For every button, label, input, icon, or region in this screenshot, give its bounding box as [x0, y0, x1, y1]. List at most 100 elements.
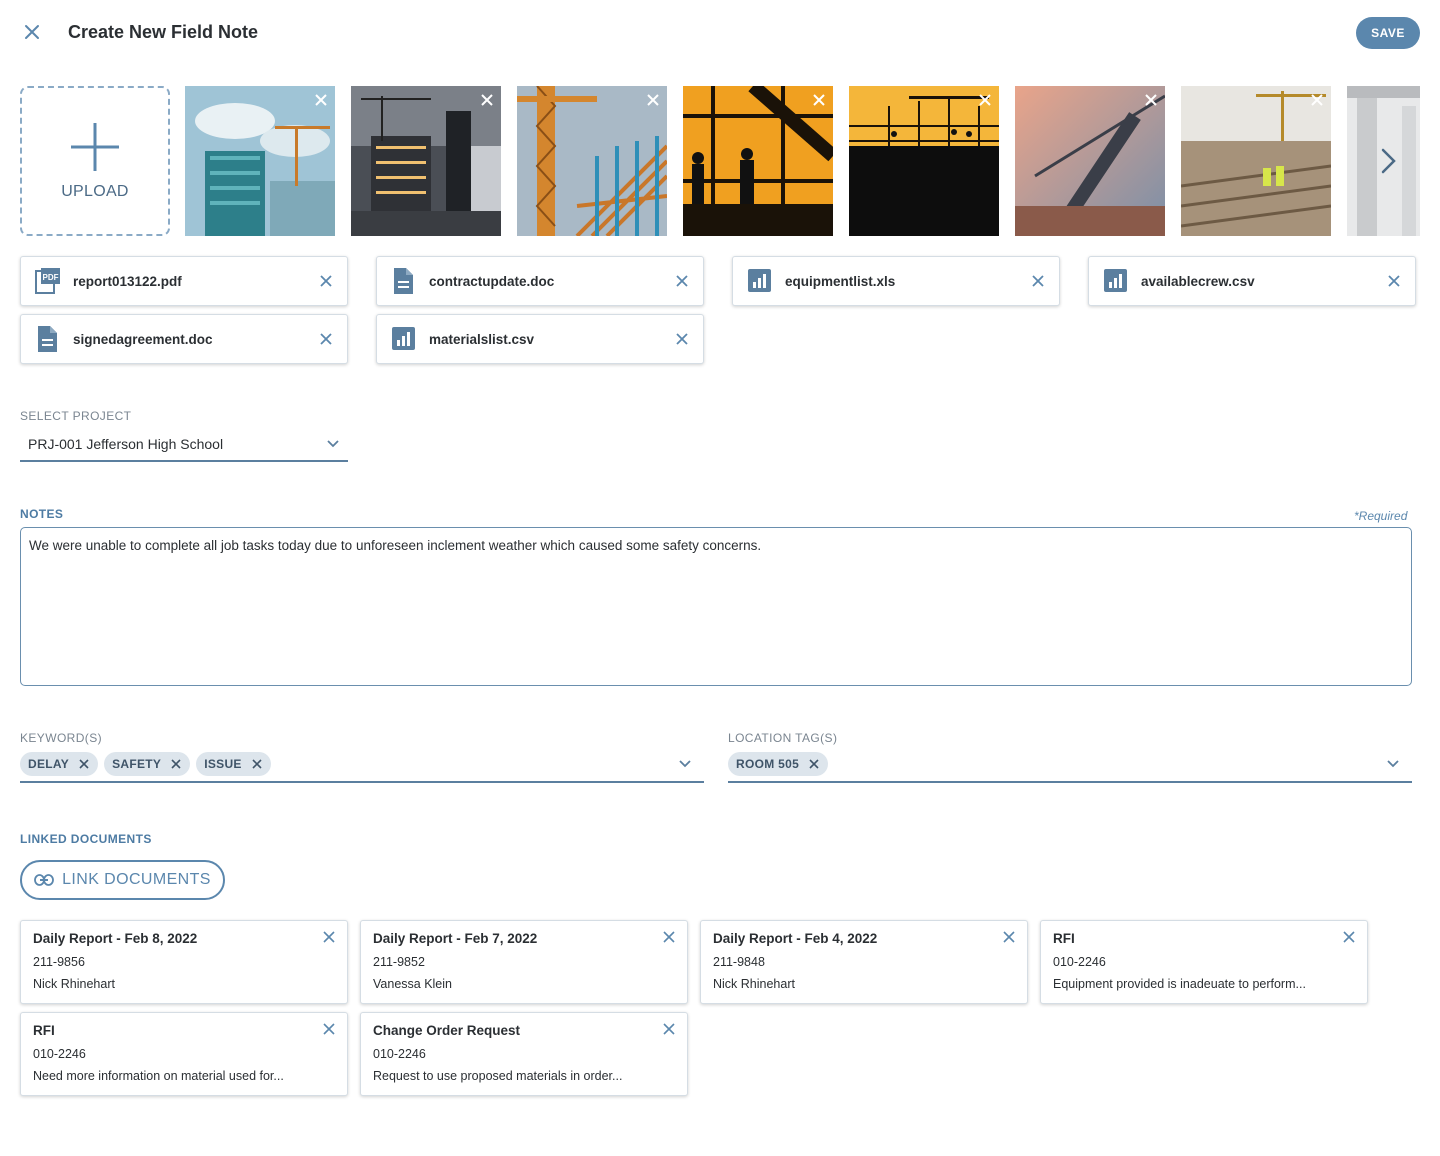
location-tags-label: LOCATION TAG(S) — [728, 731, 838, 745]
photo-tower-crane-rebar — [517, 86, 667, 236]
remove-photo-icon[interactable] — [1143, 92, 1159, 108]
location-tag: ROOM 505 — [728, 752, 829, 776]
tag-label: DELAY — [28, 757, 70, 771]
remove-file-icon[interactable] — [319, 332, 333, 346]
photo-crane-sky-haze — [1015, 86, 1165, 236]
linked-document-card[interactable]: Daily Report - Feb 8, 2022 211-9856 Nick… — [20, 920, 348, 1004]
doc-number: 010-2246 — [373, 1047, 426, 1061]
file-name: signedagreement.doc — [73, 331, 213, 347]
remove-file-icon[interactable] — [675, 332, 689, 346]
photo-thumbnail[interactable] — [683, 86, 833, 236]
keyword-tag: DELAY — [20, 752, 99, 776]
spreadsheet-chart-icon — [392, 327, 415, 350]
remove-tag-icon[interactable] — [170, 758, 182, 770]
page-title: Create New Field Note — [68, 22, 259, 42]
doc-detail: Need more information on material used f… — [33, 1069, 284, 1083]
doc-title: RFI — [33, 1023, 55, 1038]
link-icon — [34, 874, 55, 886]
linked-document-card[interactable]: Daily Report - Feb 4, 2022 211-9848 Nick… — [700, 920, 1028, 1004]
linked-document-card[interactable]: Daily Report - Feb 7, 2022 211-9852 Vane… — [360, 920, 688, 1004]
spreadsheet-chart-icon — [1104, 269, 1127, 292]
remove-tag-icon[interactable] — [808, 758, 820, 770]
upload-label: UPLOAD — [61, 183, 129, 200]
photo-thumbnail[interactable] — [517, 86, 667, 236]
photo-sunset-worker-silhouettes — [683, 86, 833, 236]
chevron-right-icon[interactable] — [1376, 146, 1400, 176]
chevron-down-icon — [327, 440, 339, 448]
chevron-down-icon[interactable] — [678, 759, 692, 769]
remove-file-icon[interactable] — [1387, 274, 1401, 288]
remove-tag-icon[interactable] — [78, 758, 90, 770]
plus-icon — [71, 123, 119, 171]
project-select[interactable]: PRJ-001 Jefferson High School — [20, 428, 348, 462]
file-name: availablecrew.csv — [1141, 273, 1255, 289]
remove-document-icon[interactable] — [1003, 931, 1015, 943]
remove-document-icon[interactable] — [323, 1023, 335, 1035]
remove-photo-icon[interactable] — [977, 92, 993, 108]
photo-thumbnail[interactable] — [849, 86, 999, 236]
file-chip[interactable]: availablecrew.csv — [1088, 256, 1416, 306]
save-button[interactable]: SAVE — [1356, 17, 1420, 49]
remove-document-icon[interactable] — [323, 931, 335, 943]
file-name: report013122.pdf — [73, 273, 182, 289]
linked-document-card[interactable]: Change Order Request 010-2246 Request to… — [360, 1012, 688, 1096]
remove-photo-icon[interactable] — [313, 92, 329, 108]
file-name: materialslist.csv — [429, 331, 535, 347]
remove-file-icon[interactable] — [675, 274, 689, 288]
remove-photo-icon[interactable] — [811, 92, 827, 108]
chevron-down-icon[interactable] — [1386, 759, 1400, 769]
doc-detail: Equipment provided is inadeuate to perfo… — [1053, 977, 1306, 991]
photo-thumbnail[interactable] — [351, 86, 501, 236]
linked-document-card[interactable]: RFI 010-2246 Need more information on ma… — [20, 1012, 348, 1096]
location-tags-field[interactable]: ROOM 505 — [728, 747, 1412, 783]
upload-button[interactable]: UPLOAD — [20, 86, 170, 236]
remove-photo-icon[interactable] — [479, 92, 495, 108]
doc-number: 010-2246 — [1053, 955, 1106, 969]
remove-file-icon[interactable] — [1031, 274, 1045, 288]
doc-detail: Nick Rhinehart — [33, 977, 115, 991]
photo-building-site-workers — [1181, 86, 1331, 236]
file-chip[interactable]: signedagreement.doc — [20, 314, 348, 364]
photo-thumbnail[interactable] — [1181, 86, 1331, 236]
keyword-tag: ISSUE — [196, 752, 271, 776]
doc-detail: Request to use proposed materials in ord… — [373, 1069, 623, 1083]
tag-label: ISSUE — [204, 757, 242, 771]
photo-thumbnail[interactable] — [185, 86, 335, 236]
doc-title: Daily Report - Feb 8, 2022 — [33, 931, 198, 946]
remove-document-icon[interactable] — [663, 931, 675, 943]
close-icon[interactable] — [20, 20, 44, 44]
pdf-icon: PDF — [35, 268, 60, 294]
keywords-field[interactable]: DELAY SAFETY ISSUE — [20, 747, 704, 783]
photo-thumbnail[interactable] — [1015, 86, 1165, 236]
tag-label: ROOM 505 — [736, 757, 800, 771]
file-chip[interactable]: PDF report013122.pdf — [20, 256, 348, 306]
document-icon — [394, 268, 413, 294]
link-documents-button[interactable]: LINK DOCUMENTS — [20, 860, 225, 900]
remove-document-icon[interactable] — [663, 1023, 675, 1035]
remove-file-icon[interactable] — [319, 274, 333, 288]
notes-label: NOTES — [20, 507, 64, 521]
required-indicator: *Required — [1354, 509, 1408, 523]
file-chip[interactable]: materialslist.csv — [376, 314, 704, 364]
remove-photo-icon[interactable] — [645, 92, 661, 108]
keywords-label: KEYWORD(S) — [20, 731, 102, 745]
keyword-tag: SAFETY — [104, 752, 191, 776]
file-chip[interactable]: equipmentlist.xls — [732, 256, 1060, 306]
file-name: equipmentlist.xls — [785, 273, 896, 289]
project-select-value: PRJ-001 Jefferson High School — [28, 436, 224, 452]
remove-document-icon[interactable] — [1343, 931, 1355, 943]
select-project-label: SELECT PROJECT — [20, 409, 132, 423]
file-chip[interactable]: contractupdate.doc — [376, 256, 704, 306]
doc-detail: Vanessa Klein — [373, 977, 452, 991]
document-icon — [38, 326, 57, 352]
spreadsheet-chart-icon — [748, 269, 771, 292]
doc-detail: Nick Rhinehart — [713, 977, 795, 991]
link-documents-label: LINK DOCUMENTS — [62, 871, 211, 888]
remove-photo-icon[interactable] — [1309, 92, 1325, 108]
doc-number: 211-9852 — [373, 955, 425, 969]
notes-textarea[interactable]: We were unable to complete all job tasks… — [20, 527, 1412, 686]
svg-text:PDF: PDF — [43, 273, 59, 282]
doc-title: Daily Report - Feb 7, 2022 — [373, 931, 538, 946]
remove-tag-icon[interactable] — [251, 758, 263, 770]
linked-document-card[interactable]: RFI 010-2246 Equipment provided is inade… — [1040, 920, 1368, 1004]
